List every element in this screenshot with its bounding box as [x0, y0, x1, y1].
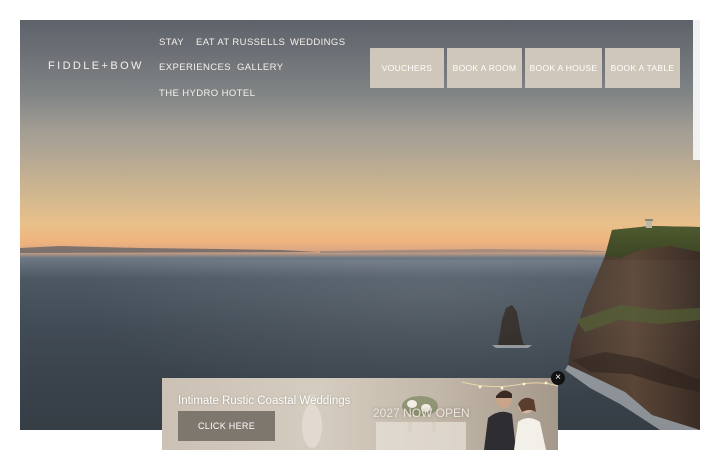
wedding-promo-banner[interactable]: Intimate Rustic Coastal Weddings CLICK H… — [162, 378, 558, 450]
click-here-button[interactable]: CLICK HERE — [178, 411, 275, 441]
banner-year-text: 2027 NOW OPEN — [373, 406, 470, 420]
book-a-table-button[interactable]: BOOK A TABLE — [605, 48, 680, 88]
nav-item-gallery[interactable]: GALLERY — [237, 62, 283, 73]
nav-item-eat-at-russells[interactable]: EAT AT RUSSELLS — [196, 37, 285, 48]
vouchers-button[interactable]: VOUCHERS — [370, 48, 444, 88]
book-a-house-button[interactable]: BOOK A HOUSE — [525, 48, 602, 88]
site-logo[interactable]: FIDDLE+BOW — [48, 60, 144, 72]
nav-item-weddings[interactable]: WEDDINGS — [290, 37, 345, 48]
book-a-room-button[interactable]: BOOK A ROOM — [447, 48, 522, 88]
banner-title: Intimate Rustic Coastal Weddings — [178, 395, 351, 407]
close-icon[interactable]: × — [551, 371, 565, 385]
nav-item-stay[interactable]: STAY — [159, 37, 184, 48]
nav-item-experiences[interactable]: EXPERIENCES — [159, 62, 231, 73]
nav-item-the-hydro-hotel[interactable]: THE HYDRO HOTEL — [159, 88, 255, 99]
scrollbar[interactable] — [693, 20, 700, 160]
